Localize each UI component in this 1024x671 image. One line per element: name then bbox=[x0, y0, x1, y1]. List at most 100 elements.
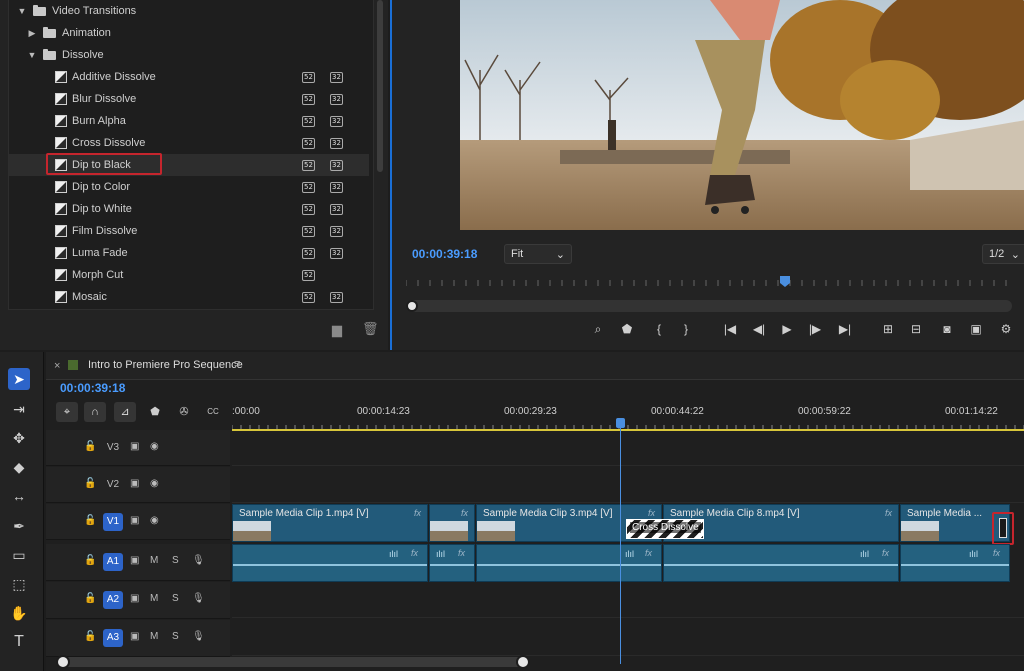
fx-badge[interactable]: fx bbox=[882, 548, 889, 558]
effects-scrollbar[interactable] bbox=[377, 0, 383, 172]
linked-selection-icon[interactable]: ⊿ bbox=[114, 402, 136, 422]
settings-wrench-icon[interactable]: ⚙ bbox=[996, 320, 1016, 338]
zoom-select[interactable]: Fit ⌄ bbox=[504, 244, 572, 264]
tree-folder-video-transitions[interactable]: ▼ Video Transitions bbox=[9, 0, 369, 22]
solo-button[interactable]: S bbox=[172, 631, 179, 642]
mute-button[interactable]: M bbox=[150, 555, 158, 566]
fx-badge[interactable]: fx bbox=[414, 508, 421, 518]
effect-item[interactable]: Film Dissolve 52 32 bbox=[9, 220, 369, 242]
track-lane-a2[interactable] bbox=[232, 582, 1024, 618]
track-label-v1[interactable]: V1 bbox=[103, 513, 123, 531]
tree-folder-dissolve[interactable]: ▼ Dissolve bbox=[9, 44, 369, 66]
lock-icon[interactable]: 🔓 bbox=[84, 593, 96, 604]
effect-item[interactable]: Luma Fade 52 32 bbox=[9, 242, 369, 264]
cross-dissolve-transition[interactable]: Cross Dissolve bbox=[626, 519, 704, 539]
track-lane-a3[interactable] bbox=[232, 620, 1024, 656]
camera-icon[interactable]: ◙ bbox=[937, 320, 957, 338]
timeline-playhead[interactable] bbox=[620, 426, 621, 664]
solo-button[interactable]: S bbox=[172, 555, 179, 566]
sync-lock-icon[interactable]: ▣ bbox=[130, 478, 139, 489]
effect-item[interactable]: Dip to Color 52 32 bbox=[9, 176, 369, 198]
video-clip-1[interactable]: Sample Media Clip 1.mp4 [V] fx bbox=[232, 504, 428, 542]
step-forward-icon[interactable]: |▶ bbox=[805, 320, 825, 338]
snap-magnet-icon[interactable]: ∩ bbox=[84, 402, 106, 422]
compare-view-icon[interactable]: ▣ bbox=[966, 320, 986, 338]
fx-badge[interactable]: fx bbox=[648, 508, 655, 518]
audio-clip-2[interactable]: ılıl fx bbox=[429, 544, 475, 582]
chevron-down-icon[interactable]: ▼ bbox=[15, 6, 29, 16]
microphone-icon[interactable]: 🎙 bbox=[192, 555, 205, 566]
effect-item[interactable]: Mosaic 52 32 bbox=[9, 286, 369, 308]
track-label-v3[interactable]: V3 bbox=[103, 439, 123, 457]
tree-folder-animation[interactable]: ▶ Animation bbox=[9, 22, 369, 44]
eye-icon[interactable]: ◉ bbox=[150, 515, 159, 526]
timeline-zoom-scrollbar[interactable] bbox=[56, 655, 530, 669]
new-bin-icon[interactable]: ▆ bbox=[332, 322, 342, 338]
eye-icon[interactable]: ◉ bbox=[150, 441, 159, 452]
effect-item[interactable]: Burn Alpha 52 32 bbox=[9, 110, 369, 132]
track-label-v2[interactable]: V2 bbox=[103, 476, 123, 494]
scroll-handle-left[interactable] bbox=[56, 655, 70, 669]
effect-item[interactable]: Additive Dissolve 52 32 bbox=[9, 66, 369, 88]
microphone-icon[interactable]: 🎙 bbox=[192, 593, 205, 604]
sync-lock-icon[interactable]: ▣ bbox=[130, 555, 139, 566]
chevron-down-icon[interactable]: ▼ bbox=[25, 50, 39, 60]
step-back-icon[interactable]: ◀| bbox=[749, 320, 769, 338]
track-select-tool-icon[interactable]: ⇥ bbox=[8, 398, 30, 420]
fx-badge[interactable]: fx bbox=[885, 508, 892, 518]
mark-out-icon[interactable]: } bbox=[676, 320, 696, 338]
sync-lock-icon[interactable]: ▣ bbox=[130, 631, 139, 642]
trash-icon[interactable]: 🗑 bbox=[362, 321, 379, 337]
track-lane-v3[interactable] bbox=[232, 430, 1024, 466]
track-label-a2[interactable]: A2 bbox=[103, 591, 123, 609]
resolution-select[interactable]: 1/2 ⌄ bbox=[982, 244, 1024, 264]
add-marker-search-icon[interactable]: ⌕ bbox=[588, 320, 608, 338]
effect-item[interactable]: Morph Cut 52 bbox=[9, 264, 369, 286]
lock-icon[interactable]: 🔓 bbox=[84, 478, 96, 489]
fx-badge[interactable]: fx bbox=[993, 548, 1000, 558]
type-mask-tool-icon[interactable]: ⬚ bbox=[8, 573, 30, 595]
lock-icon[interactable]: 🔓 bbox=[84, 555, 96, 566]
lift-icon[interactable]: ⊞ bbox=[878, 320, 898, 338]
audio-clip-1[interactable]: ılıl fx bbox=[232, 544, 428, 582]
mark-in-icon[interactable]: { bbox=[649, 320, 669, 338]
effect-item[interactable]: Dip to White 52 32 bbox=[9, 198, 369, 220]
track-lane-v2[interactable] bbox=[232, 467, 1024, 503]
selection-tool-icon[interactable]: ➤ bbox=[8, 368, 30, 390]
audio-clip-4[interactable]: ılıl fx bbox=[663, 544, 899, 582]
chevron-right-icon[interactable]: ▶ bbox=[25, 28, 39, 39]
video-clip-2[interactable]: fx bbox=[429, 504, 475, 542]
razor-tool-icon[interactable]: ◆ bbox=[8, 456, 30, 478]
captions-cc-icon[interactable]: CC bbox=[202, 402, 224, 422]
lock-icon[interactable]: 🔓 bbox=[84, 441, 96, 452]
sync-lock-icon[interactable]: ▣ bbox=[130, 515, 139, 526]
scroll-handle-right[interactable] bbox=[516, 655, 530, 669]
play-icon[interactable]: ▶ bbox=[777, 320, 797, 338]
sync-lock-icon[interactable]: ▣ bbox=[130, 441, 139, 452]
go-to-in-icon[interactable]: |◀ bbox=[720, 320, 740, 338]
clip-end-transition-target[interactable] bbox=[992, 512, 1014, 545]
marker-icon[interactable]: ⬟ bbox=[617, 320, 637, 338]
close-icon[interactable]: × bbox=[54, 360, 60, 372]
hamburger-menu-icon[interactable]: ≡ bbox=[234, 358, 240, 370]
eye-icon[interactable]: ◉ bbox=[150, 478, 159, 489]
effect-item[interactable]: Cross Dissolve 52 32 bbox=[9, 132, 369, 154]
fx-badge[interactable]: fx bbox=[411, 548, 418, 558]
effect-item[interactable]: Blur Dissolve 52 32 bbox=[9, 88, 369, 110]
solo-button[interactable]: S bbox=[172, 593, 179, 604]
fx-badge[interactable]: fx bbox=[461, 508, 468, 518]
timeline-timecode[interactable]: 00:00:39:18 bbox=[60, 381, 125, 395]
monitor-playhead[interactable] bbox=[780, 276, 790, 287]
program-timecode[interactable]: 00:00:39:18 bbox=[412, 247, 477, 261]
mute-button[interactable]: M bbox=[150, 593, 158, 604]
monitor-zoom-scrollbar[interactable] bbox=[406, 300, 1012, 312]
monitor-ruler[interactable] bbox=[406, 276, 1012, 290]
lock-icon[interactable]: 🔓 bbox=[84, 631, 96, 642]
timeline-settings-wrench-icon[interactable]: ✇ bbox=[173, 402, 195, 422]
audio-clip-3[interactable]: ılıl fx bbox=[476, 544, 662, 582]
ripple-edit-tool-icon[interactable]: ✥ bbox=[8, 427, 30, 449]
pen-tool-icon[interactable]: ✒ bbox=[8, 515, 30, 537]
mute-button[interactable]: M bbox=[150, 631, 158, 642]
rectangle-tool-icon[interactable]: ▭ bbox=[8, 544, 30, 566]
audio-clip-5[interactable]: ılıl fx bbox=[900, 544, 1010, 582]
